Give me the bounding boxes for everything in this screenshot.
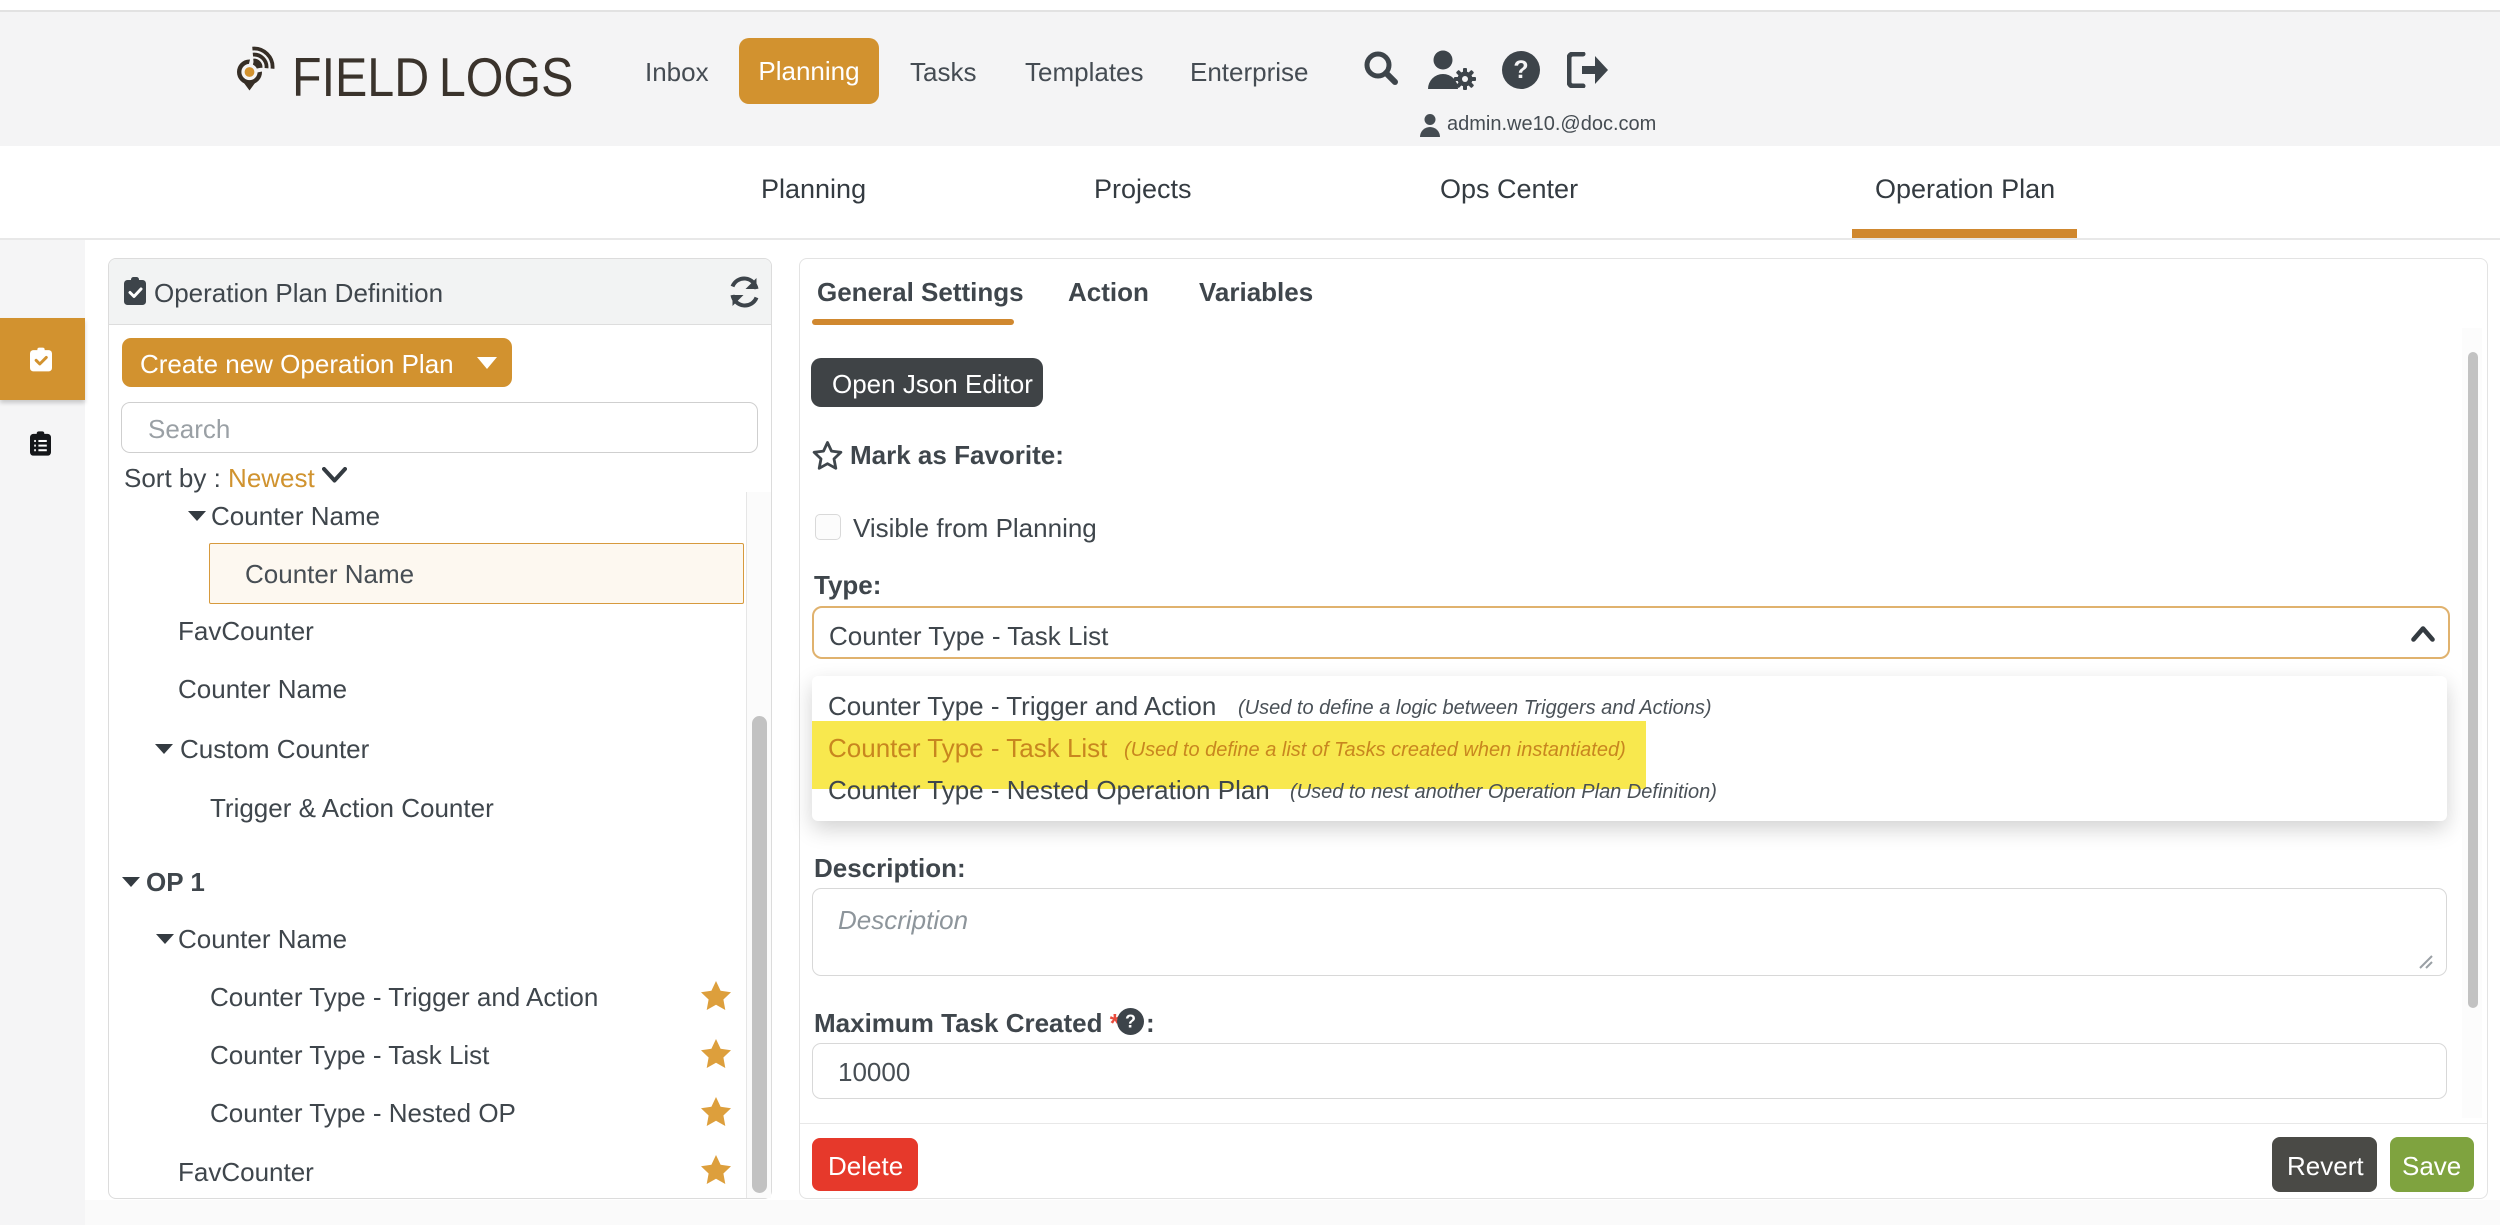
svg-text:?: ? xyxy=(1125,1012,1136,1032)
svg-text:?: ? xyxy=(1513,56,1528,84)
